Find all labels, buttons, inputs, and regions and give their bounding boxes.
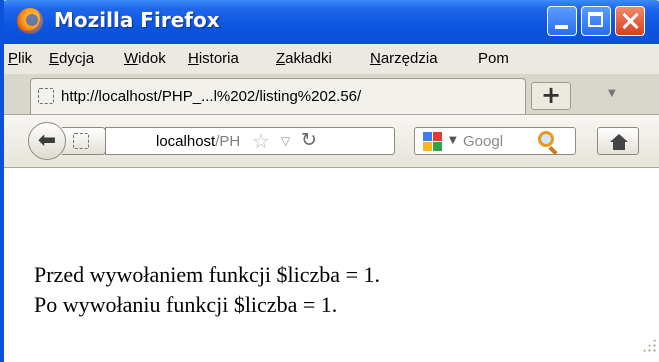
tab-list-dropdown-icon[interactable]: ▼ [608, 88, 616, 99]
menu-label: idok [138, 50, 166, 67]
home-button[interactable] [597, 127, 639, 155]
url-path: /PH [215, 133, 241, 150]
resize-grip-icon[interactable] [642, 338, 656, 352]
menu-label: istoria [198, 50, 239, 67]
new-tab-button[interactable]: + [531, 82, 571, 110]
reload-icon[interactable]: ↻ [301, 129, 317, 151]
close-button[interactable] [615, 6, 645, 36]
menu-item-pomoc[interactable]: Pom [478, 50, 509, 67]
menu-item-plik[interactable]: Plik [8, 50, 32, 67]
site-identity-icon [73, 133, 89, 149]
page-favicon-icon [38, 88, 54, 104]
back-button[interactable]: ⬅ [28, 122, 66, 160]
menu-label: arzędzia [380, 50, 438, 67]
title-bar[interactable]: Mozilla Firefox [4, 0, 659, 44]
menu-accel: Z [276, 50, 286, 67]
url-host: localhost [156, 133, 216, 150]
window-title: Mozilla Firefox [54, 8, 220, 32]
menu-item-narzedzia[interactable]: Narzędzia [370, 50, 438, 67]
maximize-button[interactable] [581, 6, 611, 36]
minimize-button[interactable] [547, 6, 577, 36]
menu-label: akładki [285, 50, 332, 67]
menu-item-widok[interactable]: Widok [124, 50, 166, 67]
search-input[interactable]: Googl [463, 133, 533, 150]
menu-bar: Plik Edycja Widok Historia Zakładki Narz… [4, 44, 659, 74]
firefox-logo-icon [17, 8, 43, 34]
menu-item-zakladki[interactable]: Zakładki [276, 50, 332, 67]
output-line-after: Po wywołaniu funkcji $liczba = 1. [34, 292, 338, 317]
tab-listing[interactable]: http://localhost/PHP_...l%202/listing%20… [30, 78, 526, 114]
back-arrow-icon: ⬅ [37, 128, 57, 153]
menu-accel: H [188, 50, 199, 67]
bookmark-star-icon[interactable]: ☆ [252, 129, 270, 153]
search-bar[interactable]: ▼ Googl [414, 127, 576, 155]
menu-item-historia[interactable]: Historia [188, 50, 239, 67]
menu-item-edycja[interactable]: Edycja [49, 50, 94, 67]
google-engine-icon[interactable] [423, 132, 443, 152]
menu-label: Pom [478, 50, 509, 67]
menu-accel: E [49, 50, 60, 67]
search-engine-dropdown-icon[interactable]: ▼ [449, 135, 457, 146]
menu-accel: W [124, 50, 139, 67]
navigation-bar: ⬅ localhost/PH ☆ ▽ ↻ ▼ Googl [4, 115, 659, 168]
browser-window: Mozilla Firefox Plik Edycja Widok Histor… [0, 0, 659, 362]
url-history-dropdown-icon[interactable]: ▽ [281, 134, 290, 148]
identity-button[interactable] [62, 127, 106, 155]
page-content: Przed wywołaniem funkcji $liczba = 1. Po… [4, 168, 659, 362]
search-icon[interactable] [538, 131, 554, 147]
menu-label: lik [18, 50, 33, 67]
tab-strip: http://localhost/PHP_...l%202/listing%20… [4, 74, 659, 115]
url-text[interactable]: localhost/PH [156, 133, 240, 150]
menu-accel: N [370, 50, 381, 67]
home-icon [610, 134, 628, 150]
tab-title: http://localhost/PHP_...l%202/listing%20… [61, 88, 362, 105]
output-line-before: Przed wywołaniem funkcji $liczba = 1. [34, 262, 380, 287]
url-bar[interactable]: localhost/PH ☆ ▽ ↻ [105, 127, 395, 155]
menu-accel: P [8, 50, 19, 67]
menu-label: dycja [59, 50, 95, 67]
